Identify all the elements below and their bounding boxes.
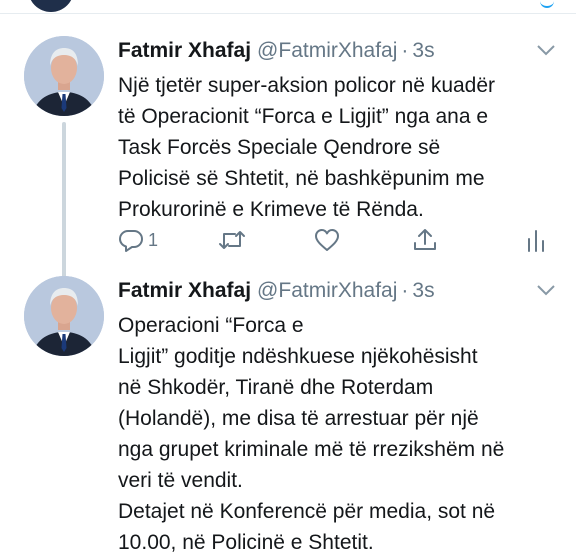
tweet-actions: 1	[118, 223, 558, 257]
tweet-header: Fatmir Xhafaj @FatmirXhafaj · 3s	[118, 36, 435, 66]
previous-tweet-edge	[0, 0, 576, 14]
tweet-text: Një tjetër super-aksion policor në kuadë…	[118, 74, 496, 221]
tweet[interactable]: Fatmir Xhafaj @FatmirXhafaj · 3s Operacioni…	[0, 270, 576, 554]
retweet-button[interactable]	[218, 223, 246, 257]
separator: ·	[401, 39, 409, 62]
chevron-down-icon[interactable]	[536, 283, 556, 297]
share-button[interactable]	[412, 223, 438, 257]
divider	[0, 13, 576, 14]
portrait-image	[24, 276, 104, 356]
display-name[interactable]: Fatmir Xhafaj	[118, 39, 251, 62]
share-icon	[412, 227, 438, 253]
chevron-down-icon[interactable]	[536, 43, 556, 57]
timestamp[interactable]: 3s	[412, 279, 434, 302]
user-handle[interactable]: @FatmirXhafaj	[257, 279, 397, 302]
display-name[interactable]: Fatmir Xhafaj	[118, 279, 251, 302]
like-icon	[314, 228, 340, 252]
analytics-button[interactable]	[526, 223, 546, 257]
tweet-header: Fatmir Xhafaj @FatmirXhafaj · 3s	[118, 276, 435, 306]
previous-action-icon	[540, 0, 554, 8]
reply-count: 1	[148, 229, 159, 250]
avatar[interactable]	[24, 276, 104, 356]
avatar[interactable]	[24, 36, 104, 116]
separator: ·	[401, 279, 409, 302]
previous-avatar	[28, 0, 74, 12]
analytics-icon	[526, 227, 546, 253]
reply-button[interactable]: 1	[118, 223, 158, 257]
timestamp[interactable]: 3s	[412, 39, 434, 62]
like-button[interactable]	[314, 223, 340, 257]
reply-icon	[118, 227, 144, 253]
thread-connector	[62, 122, 66, 292]
portrait-image	[24, 36, 104, 116]
tweet-text: Operacioni “Forca e Ligjit” goditje ndës…	[118, 314, 505, 554]
tweet[interactable]: Fatmir Xhafaj @FatmirXhafaj · 3s Një tjetër…	[0, 30, 576, 292]
user-handle[interactable]: @FatmirXhafaj	[257, 39, 397, 62]
retweet-icon	[218, 228, 246, 252]
